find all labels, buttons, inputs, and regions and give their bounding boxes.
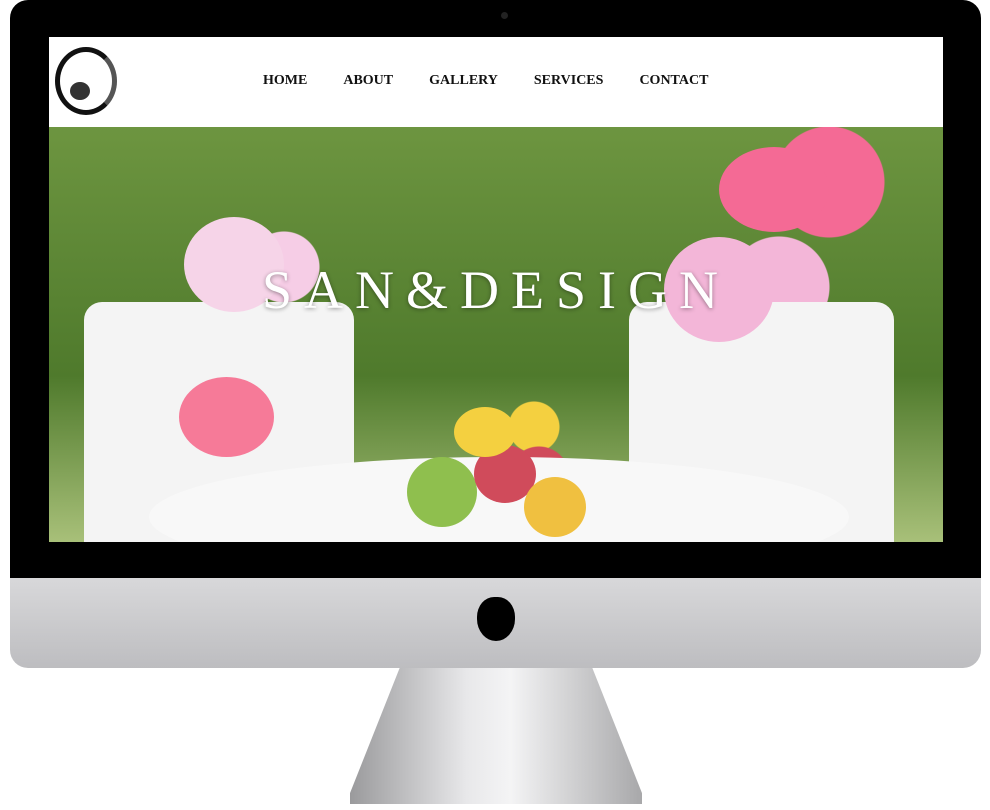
nav-menu: HOME ABOUT GALLERY SERVICES CONTACT [263, 73, 708, 89]
website-screen: HOME ABOUT GALLERY SERVICES CONTACT SAN&… [49, 37, 943, 542]
nav-services[interactable]: SERVICES [534, 73, 604, 89]
hero-image: SAN&DESIGN [49, 127, 943, 542]
camera [501, 12, 508, 19]
lemon [524, 477, 586, 537]
nav-contact[interactable]: CONTACT [639, 73, 708, 89]
navbar: HOME ABOUT GALLERY SERVICES CONTACT [49, 37, 943, 127]
apple-logo-icon [477, 597, 515, 641]
nav-about[interactable]: ABOUT [343, 73, 393, 89]
hero-title: SAN&DESIGN [261, 260, 731, 320]
site-logo[interactable] [55, 47, 117, 115]
pink-dahlia [179, 377, 274, 457]
green-apple [407, 457, 477, 527]
monitor-stand [350, 668, 642, 804]
orange [454, 407, 516, 457]
nav-gallery[interactable]: GALLERY [429, 73, 498, 89]
pink-dahlia-top [719, 147, 829, 232]
nav-home[interactable]: HOME [263, 73, 307, 89]
